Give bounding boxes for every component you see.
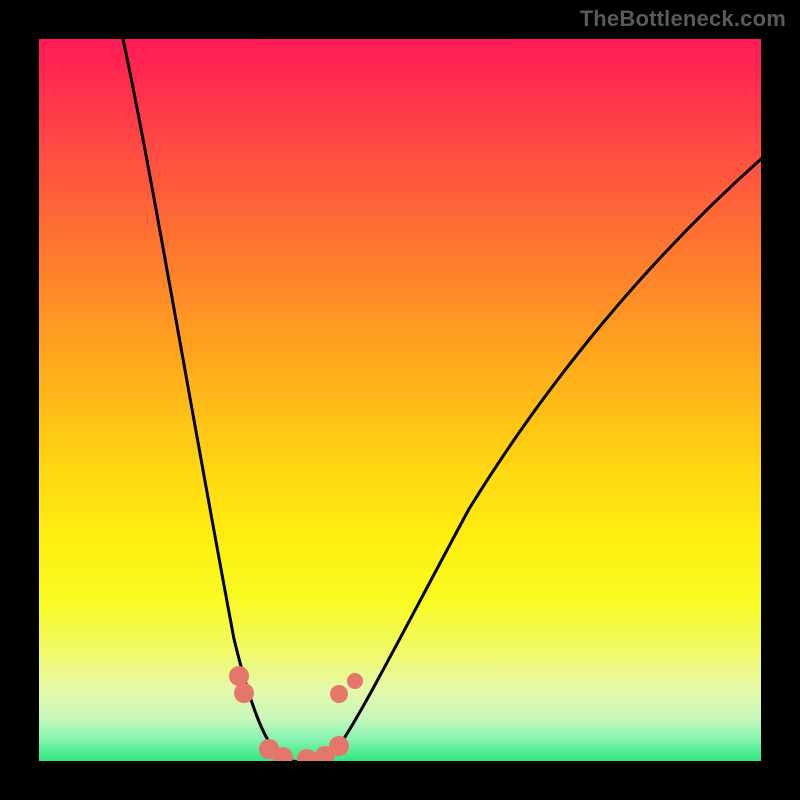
marker-right-shoulder-1 (330, 685, 348, 703)
chart-frame: TheBottleneck.com (0, 0, 800, 800)
marker-left-shoulder-2 (234, 683, 254, 703)
right-curve (329, 159, 761, 759)
marker-left-shoulder-1 (229, 666, 249, 686)
marker-valley-right-2 (329, 736, 349, 756)
plot-area (39, 39, 761, 761)
marker-valley-center (297, 749, 317, 761)
watermark-text: TheBottleneck.com (580, 6, 786, 32)
curves-svg (39, 39, 761, 761)
left-curve (123, 39, 284, 759)
marker-right-shoulder-2 (347, 673, 363, 689)
